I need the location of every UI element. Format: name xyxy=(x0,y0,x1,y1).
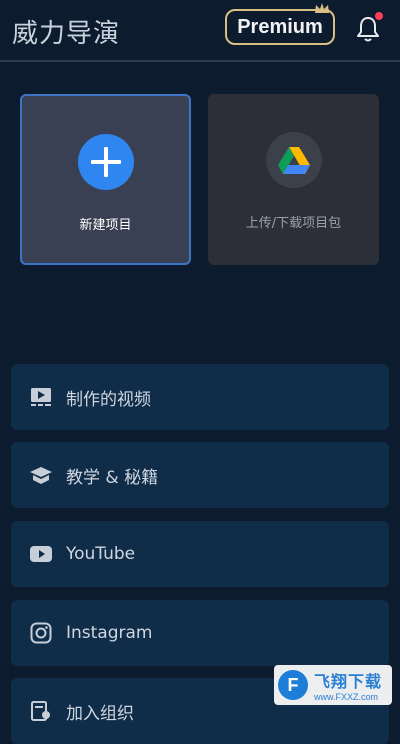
app-header: 威力导演 Premium xyxy=(0,0,400,62)
plus-icon xyxy=(77,134,134,190)
watermark-title: 飞翔下载 xyxy=(314,672,383,691)
new-project-card[interactable]: 新建项目 xyxy=(20,94,191,265)
youtube-icon xyxy=(29,542,53,566)
menu-item-tutorials[interactable]: 教学 & 秘籍 xyxy=(11,442,389,508)
new-project-label: 新建项目 xyxy=(79,218,132,233)
watermark-url: www.FXXZ.com xyxy=(314,692,379,702)
menu-item-produced-videos[interactable]: 制作的视频 xyxy=(11,364,389,430)
watermark-logo: F xyxy=(278,670,308,700)
menu-item-label: Instagram xyxy=(66,623,153,643)
google-drive-icon xyxy=(265,132,322,188)
instagram-icon xyxy=(29,621,53,645)
notification-badge xyxy=(375,12,383,20)
drive-backup-card[interactable]: 上传/下载项目包 xyxy=(208,94,379,265)
premium-button[interactable]: Premium xyxy=(225,3,335,45)
group-icon xyxy=(29,699,53,723)
crown-icon xyxy=(315,3,329,13)
video-library-icon xyxy=(29,385,53,409)
app-title: 威力导演 xyxy=(12,19,121,49)
premium-label: Premium xyxy=(237,15,323,38)
drive-backup-label: 上传/下载项目包 xyxy=(245,216,342,231)
menu-item-instagram[interactable]: Instagram xyxy=(11,600,389,666)
menu-item-label: 制作的视频 xyxy=(66,389,151,410)
menu-item-youtube[interactable]: YouTube xyxy=(11,521,389,587)
graduation-cap-icon xyxy=(29,463,53,487)
site-watermark: F 飞翔下载 www.FXXZ.com xyxy=(274,665,392,705)
menu-item-label: 加入组织 xyxy=(66,703,134,724)
menu-item-label: YouTube xyxy=(66,544,136,564)
menu-item-label: 教学 & 秘籍 xyxy=(66,467,159,488)
